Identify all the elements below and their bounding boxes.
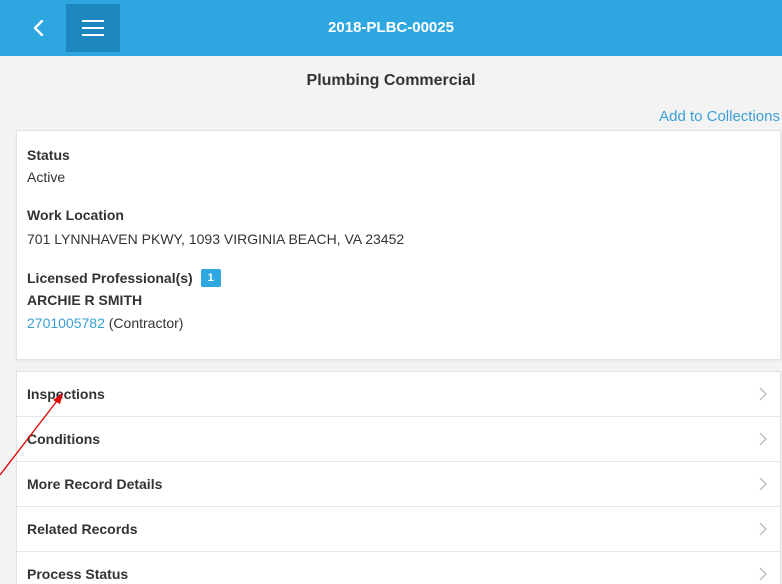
add-to-collections-link[interactable]: Add to Collections — [659, 108, 780, 125]
chevron-right-icon — [759, 567, 767, 581]
list-item-label: More Record Details — [27, 476, 163, 492]
back-button[interactable] — [22, 14, 56, 42]
chevron-left-icon — [33, 19, 44, 37]
chevron-right-icon — [759, 432, 767, 446]
status-value: Active — [27, 169, 66, 185]
licensed-professionals-label: Licensed Professional(s) — [27, 270, 193, 286]
list-item-related-records[interactable]: Related Records — [17, 507, 780, 552]
record-details-card: Status Active Work Location 701 LYNNHAVE… — [16, 130, 781, 360]
licensed-professional-license: 2701005782 (Contractor) — [27, 315, 183, 331]
licensed-professionals-header: Licensed Professional(s) 1 — [27, 269, 221, 287]
chevron-right-icon — [759, 522, 767, 536]
list-item-label: Process Status — [27, 566, 129, 582]
list-item-conditions[interactable]: Conditions — [17, 417, 780, 462]
menu-button[interactable] — [66, 4, 120, 52]
list-item-inspections[interactable]: Inspections — [17, 372, 780, 417]
chevron-right-icon — [759, 477, 767, 491]
work-location-value: 701 LYNNHAVEN PKWY, 1093 VIRGINIA BEACH,… — [27, 231, 405, 247]
license-number-link[interactable]: 2701005782 — [27, 315, 105, 331]
top-bar: 2018-PLBC-00025 — [0, 0, 782, 56]
list-item-label: Inspections — [27, 386, 105, 402]
work-location-label: Work Location — [27, 207, 124, 223]
hamburger-menu-icon — [82, 20, 104, 36]
status-label: Status — [27, 147, 70, 163]
licensed-professionals-count-badge: 1 — [200, 269, 221, 287]
license-type: (Contractor) — [104, 315, 184, 331]
list-item-more-record-details[interactable]: More Record Details — [17, 462, 780, 507]
list-item-label: Related Records — [27, 521, 138, 537]
licensed-professional-name: ARCHIE R SMITH — [27, 292, 143, 308]
record-type-title: Plumbing Commercial — [306, 72, 476, 89]
record-sections-list: Inspections Conditions More Record Detai… — [16, 371, 781, 584]
chevron-right-icon — [759, 387, 767, 401]
list-item-process-status[interactable]: Process Status — [17, 552, 780, 584]
list-item-label: Conditions — [27, 431, 101, 447]
